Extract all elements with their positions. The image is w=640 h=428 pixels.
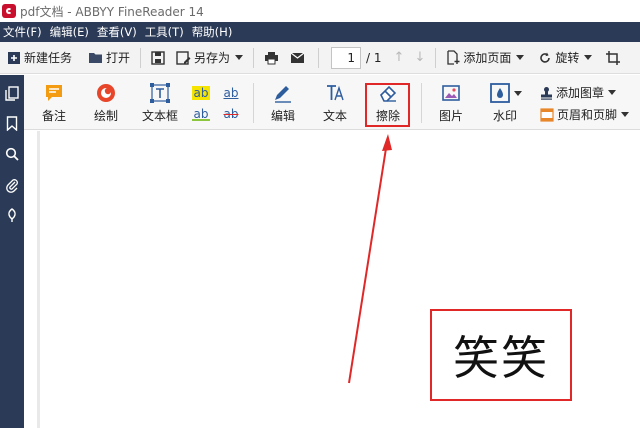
underline-text-button[interactable]: ab (222, 86, 240, 100)
text-label: 文本 (322, 109, 347, 123)
ribbon-separator (253, 83, 254, 123)
menu-edit[interactable]: 编辑(E) (46, 22, 93, 42)
add-stamp-label: 添加图章 (556, 86, 605, 100)
note-icon (41, 81, 67, 105)
strikethrough-text-button[interactable]: ab (222, 107, 240, 121)
pages-icon[interactable] (4, 85, 20, 101)
draw-icon (93, 81, 119, 105)
document-text-box[interactable]: 笑笑 (430, 309, 572, 401)
save-button[interactable] (147, 46, 172, 70)
new-task-label: 新建任务 (24, 51, 73, 65)
text-button[interactable]: 文本 (322, 81, 348, 124)
print-button[interactable] (260, 46, 286, 70)
textbox-icon (147, 81, 173, 105)
email-button[interactable] (286, 46, 312, 70)
stamp-icon (541, 86, 552, 100)
draw-label: 绘制 (93, 109, 118, 123)
attachment-icon[interactable] (4, 177, 20, 193)
menu-view[interactable]: 查看(V) (93, 22, 141, 42)
text-icon (322, 81, 348, 105)
chevron-down-icon (516, 55, 525, 60)
edit-button[interactable]: 编辑 (270, 81, 296, 124)
chevron-down-icon (513, 90, 522, 96)
save-as-label: 另存为 (194, 51, 231, 65)
printer-icon (265, 51, 279, 64)
toolbar-separator (140, 47, 142, 68)
page-edge (37, 131, 40, 428)
note-button[interactable]: 备注 (41, 81, 67, 124)
main-toolbar: 新建任务 打开 另存为 1 / 1 ↑ ↓ 添加页面 旋转 (0, 42, 640, 74)
title-bar: pdf文档 - ABBYY FineReader 14 (0, 0, 640, 22)
open-button[interactable]: 打开 (84, 46, 134, 70)
chevron-down-icon (584, 55, 593, 60)
chevron-down-icon (608, 90, 617, 95)
erase-highlight-box (365, 83, 410, 127)
bookmark-icon[interactable] (4, 115, 20, 131)
rotate-label: 旋转 (555, 51, 580, 65)
chevron-down-icon (621, 112, 630, 117)
toolbar-separator (253, 47, 255, 68)
menu-bar: 文件(F) 编辑(E) 查看(V) 工具(T) 帮助(H) (0, 22, 640, 42)
watermark-label: 水印 (492, 109, 517, 123)
rotate-button[interactable]: 旋转 (534, 46, 596, 70)
draw-button[interactable]: 绘制 (93, 81, 119, 124)
rotate-icon (540, 52, 551, 63)
picture-button[interactable]: 图片 (438, 81, 464, 124)
toolbar-separator (435, 47, 437, 68)
crop-button[interactable] (602, 46, 627, 70)
open-label: 打开 (106, 51, 131, 65)
toolbar-separator (318, 47, 320, 68)
edit-label: 编辑 (270, 109, 295, 123)
header-footer-label: 页眉和页脚 (557, 108, 618, 122)
menu-file[interactable]: 文件(F) (0, 22, 46, 42)
previous-page-arrow-icon[interactable]: ↑ (394, 50, 405, 65)
search-icon[interactable] (4, 146, 20, 162)
header-footer-icon (540, 107, 554, 122)
document-text: 笑笑 (453, 331, 549, 385)
folder-icon (89, 53, 103, 63)
add-page-icon (447, 50, 460, 65)
app-logo-icon (2, 4, 16, 18)
ribbon-separator (421, 83, 422, 123)
page-number-input[interactable]: 1 (331, 46, 362, 69)
next-page-arrow-icon[interactable]: ↓ (414, 50, 425, 65)
left-sidebar (0, 75, 24, 428)
mail-icon (290, 52, 305, 63)
textbox-button[interactable]: 文本框 (142, 81, 178, 124)
watermark-icon (488, 81, 522, 105)
signature-icon[interactable] (4, 207, 20, 223)
save-as-button[interactable]: 另存为 (172, 46, 247, 70)
highlight-text-button[interactable]: ab (192, 86, 210, 100)
window-title: pdf文档 - ABBYY FineReader 14 (20, 4, 204, 19)
watermark-button[interactable]: 水印 (488, 81, 522, 124)
page-total: / 1 (366, 50, 382, 65)
text-markup-group: ab ab ab ab (190, 82, 240, 124)
crop-icon (606, 50, 621, 65)
add-page-label: 添加页面 (463, 51, 512, 65)
header-footer-button[interactable]: 页眉和页脚 (540, 106, 630, 123)
add-page-button[interactable]: 添加页面 (442, 46, 528, 70)
menu-tools[interactable]: 工具(T) (141, 22, 188, 42)
save-icon (151, 50, 165, 65)
note-label: 备注 (41, 109, 66, 123)
new-task-button[interactable]: 新建任务 (3, 46, 76, 70)
edit-ribbon: 备注 绘制 文本框 ab ab ab ab 编辑 文本 擦除 图片 水印 添加图… (24, 75, 640, 130)
menu-help[interactable]: 帮助(H) (188, 22, 237, 42)
new-task-icon (8, 51, 20, 64)
picture-label: 图片 (438, 109, 463, 123)
pencil-icon (270, 81, 296, 105)
textbox-label: 文本框 (142, 109, 179, 123)
save-as-icon (176, 50, 191, 65)
chevron-down-icon (235, 55, 244, 60)
add-stamp-button[interactable]: 添加图章 (540, 84, 617, 101)
picture-icon (438, 81, 464, 105)
squiggly-text-button[interactable]: ab (192, 107, 210, 121)
